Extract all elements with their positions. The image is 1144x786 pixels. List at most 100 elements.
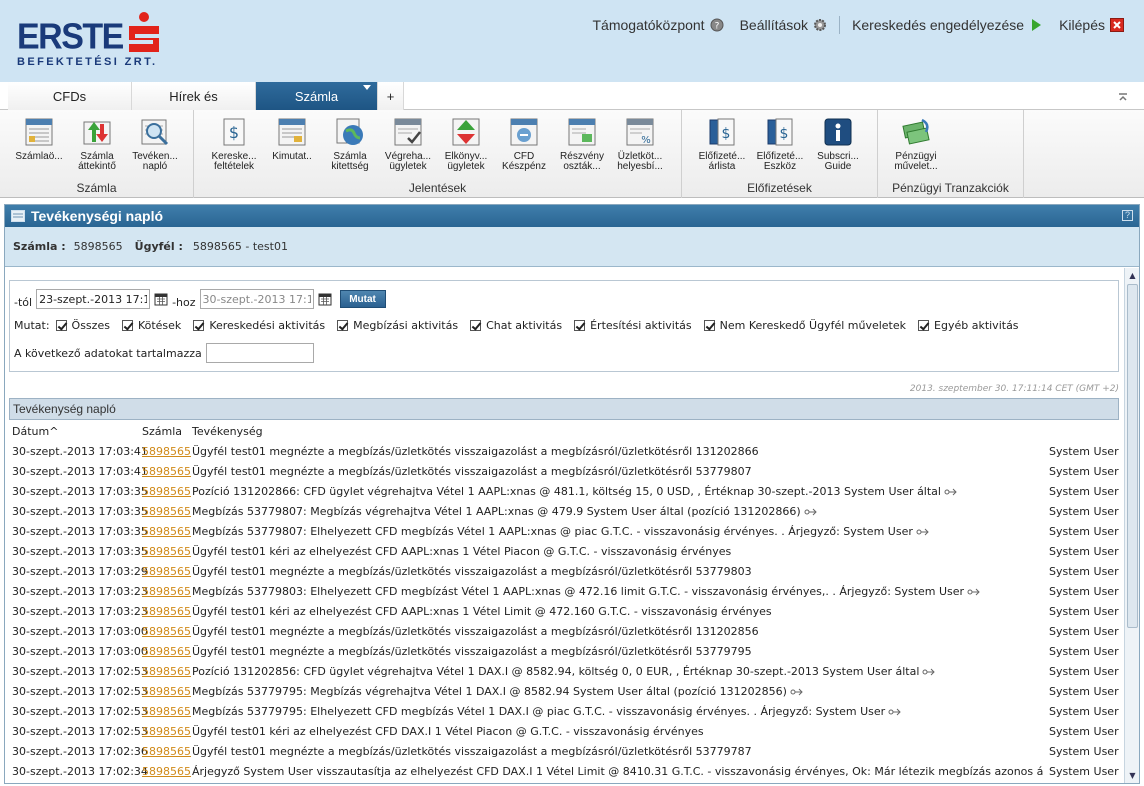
row-account-link[interactable]: 5898565: [142, 745, 191, 758]
scroll-down-arrow-icon[interactable]: ▼: [1127, 770, 1138, 781]
activity-log-button[interactable]: Tevéken... napló: [127, 114, 183, 180]
scroll-up-arrow-icon[interactable]: ▲: [1127, 270, 1138, 281]
financial-operation-button[interactable]: Pénzügyi művelet...: [888, 114, 944, 180]
row-account-link[interactable]: 5898565: [142, 545, 191, 558]
column-header-account[interactable]: Számla: [142, 425, 182, 438]
checkbox-box[interactable]: [121, 320, 133, 331]
row-account-link[interactable]: 5898565: [142, 565, 191, 578]
row-account-link[interactable]: 5898565: [142, 625, 191, 638]
support-link[interactable]: Támogatóközpont ?: [585, 17, 732, 33]
checkbox-box[interactable]: [55, 320, 67, 331]
cfd-cash-button[interactable]: CFD Készpénz: [496, 114, 552, 180]
row-user: System User: [1049, 705, 1119, 718]
tab-account[interactable]: Számla: [256, 82, 378, 110]
checkbox-box[interactable]: [337, 320, 349, 331]
row-account-link[interactable]: 5898565: [142, 685, 191, 698]
settings-label: Beállítások: [739, 17, 809, 33]
checkbox-order-activity[interactable]: Megbízási aktivitás: [337, 319, 458, 332]
account-exposure-button[interactable]: Számla kitettség: [322, 114, 378, 180]
column-header-date[interactable]: Dátum^: [12, 425, 58, 438]
related-link-icon[interactable]: [944, 488, 958, 496]
account-info-bar: Számla : 5898565 Ügyfél : 5898565 - test…: [5, 227, 1139, 267]
scrollbar-thumb[interactable]: [1127, 284, 1138, 628]
row-account-link[interactable]: 5898565: [142, 445, 191, 458]
calendar-icon[interactable]: [318, 292, 332, 306]
related-link-icon[interactable]: [804, 508, 818, 516]
row-account-link[interactable]: 5898565: [142, 725, 191, 738]
row-account-link[interactable]: 5898565: [142, 605, 191, 618]
tab-news[interactable]: Hírek és: [132, 82, 256, 110]
checkbox-non-trading-client[interactable]: Nem Kereskedő Ügyfél műveletek: [703, 319, 906, 332]
row-account-link[interactable]: 5898565: [142, 645, 191, 658]
subscription-instrument-button[interactable]: $ Előfizeté... Eszköz: [752, 114, 808, 180]
from-date-input[interactable]: [36, 289, 151, 309]
checkbox-trading-activity[interactable]: Kereskedési aktivitás: [193, 319, 325, 332]
svg-text:?: ?: [714, 22, 719, 32]
row-account-link[interactable]: 5898565: [142, 765, 191, 778]
checkbox-trades[interactable]: Kötések: [121, 319, 181, 332]
row-activity: Ügyfél test01 megnézte a megbízás/üzletk…: [192, 645, 1044, 658]
column-header-activity[interactable]: Tevékenység: [192, 425, 263, 438]
row-account-link[interactable]: 5898565: [142, 485, 191, 498]
statements-button[interactable]: Kimutat..: [264, 114, 320, 180]
log-table-title: Tevékenység napló: [9, 398, 1119, 420]
checkbox-box[interactable]: [470, 320, 482, 331]
subscription-guide-button[interactable]: Subscri... Guide: [810, 114, 866, 180]
contains-input[interactable]: [205, 343, 314, 363]
checkbox-box[interactable]: [574, 320, 586, 331]
checkbox-box[interactable]: [918, 320, 930, 331]
tab-dropdown-icon[interactable]: [363, 85, 371, 90]
checkbox-box[interactable]: [193, 320, 205, 331]
executed-trades-button[interactable]: Végreha... ügyletek: [380, 114, 436, 180]
row-date: 30-szept.-2013 17:03:35: [12, 505, 148, 518]
booked-trades-button[interactable]: Elkönyv... ügyletek: [438, 114, 494, 180]
checkbox-other-activity[interactable]: Egyéb aktivitás: [918, 319, 1019, 332]
cash-transfer-icon: [510, 118, 538, 146]
row-account-link[interactable]: 5898565: [142, 505, 191, 518]
row-account-link[interactable]: 5898565: [142, 585, 191, 598]
trade-corrections-button[interactable]: % Üzletköt... helyesbí...: [612, 114, 668, 180]
row-account-link[interactable]: 5898565: [142, 525, 191, 538]
row-account-link[interactable]: 5898565: [142, 665, 191, 678]
activity-filter-row: Mutat: Összes Kötések Kereskedési aktivi…: [14, 319, 1025, 332]
checkbox-chat-activity[interactable]: Chat aktivitás: [470, 319, 562, 332]
show-button[interactable]: Mutat: [339, 290, 386, 308]
row-activity: Megbízás 53779807: Megbízás végrehajtva …: [192, 505, 1044, 518]
share-dividend-button[interactable]: Részvény oszták...: [554, 114, 610, 180]
related-link-icon[interactable]: [967, 588, 981, 596]
trading-terms-button[interactable]: $ Kereske... feltételek: [206, 114, 262, 180]
calendar-icon[interactable]: [154, 292, 168, 306]
log-scroll-area[interactable]: -tól -hoz Mutat Mutat: Összes Kötések Ke…: [5, 268, 1125, 783]
tab-cfds[interactable]: CFDs: [8, 82, 132, 110]
to-date-input[interactable]: [199, 289, 314, 309]
subscription-pricelist-button[interactable]: $ Előfizeté... árlista: [694, 114, 750, 180]
logout-link[interactable]: Kilépés: [1051, 17, 1132, 33]
table-row: 30-szept.-2013 17:03:35 5898565 Pozíció 13…: [9, 482, 1119, 502]
enable-trading-link[interactable]: Kereskedés engedélyezése: [844, 17, 1051, 33]
row-account-link[interactable]: 5898565: [142, 465, 191, 478]
row-user: System User: [1049, 565, 1119, 578]
account-overview-button[interactable]: Számla áttekintő: [69, 114, 125, 180]
account-summary-button[interactable]: Számlaö...: [11, 114, 67, 180]
dividend-icon: [568, 118, 596, 146]
collapse-ribbon-icon[interactable]: [1118, 92, 1128, 102]
checkbox-all[interactable]: Összes: [55, 319, 110, 332]
table-row: 30-szept.-2013 17:03:35 5898565 Ügyfél tes…: [9, 542, 1119, 562]
related-link-icon[interactable]: [790, 688, 804, 696]
settings-link[interactable]: Beállítások: [732, 17, 835, 33]
vertical-scrollbar[interactable]: ▲ ▼: [1124, 268, 1139, 783]
log-table-body: 30-szept.-2013 17:03:41 5898565 Ügyfél tes…: [9, 442, 1119, 782]
tab-add[interactable]: +: [378, 82, 404, 110]
row-account-link[interactable]: 5898565: [142, 705, 191, 718]
row-activity-text: Ügyfél test01 megnézte a megbízás/üzletk…: [192, 445, 759, 458]
related-link-icon[interactable]: [916, 528, 930, 536]
activity-log-panel: Tevékenységi napló ? Számla : 5898565 Üg…: [4, 204, 1140, 784]
related-link-icon[interactable]: [922, 668, 936, 676]
related-link-icon[interactable]: [888, 708, 902, 716]
account-summary-label: Számlaö...: [15, 151, 63, 162]
trading-terms-label: Kereske... feltételek: [211, 151, 257, 172]
panel-help-icon[interactable]: ?: [1122, 210, 1133, 221]
table-row: 30-szept.-2013 17:03:23 5898565 Megbízás 5…: [9, 582, 1119, 602]
checkbox-notification-activity[interactable]: Értesítési aktivitás: [574, 319, 692, 332]
checkbox-box[interactable]: [703, 320, 715, 331]
